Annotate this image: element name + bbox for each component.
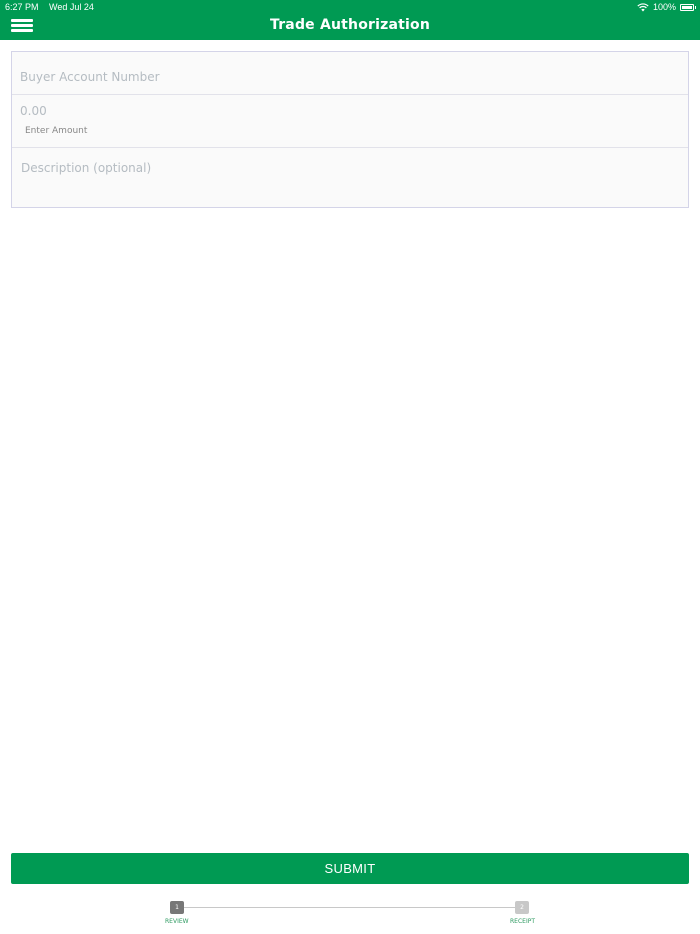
buyer-account-field	[12, 52, 688, 95]
status-date: Wed Jul 24	[49, 2, 94, 12]
buyer-account-input[interactable]	[20, 70, 620, 84]
amount-label: Enter Amount	[25, 126, 88, 136]
page-title: Trade Authorization	[269, 17, 430, 33]
status-bar-left: 6:27 PM Wed Jul 24	[5, 2, 102, 12]
top-bar: 6:27 PM Wed Jul 24 100% Trade Authorizat…	[0, 0, 700, 40]
submit-button[interactable]: SUBMIT	[11, 853, 689, 884]
amount-input[interactable]	[20, 104, 320, 118]
step-2-badge: 2	[515, 901, 529, 914]
step-1-label: REVIEW	[165, 918, 189, 925]
wifi-icon	[637, 2, 649, 11]
amount-field: Enter Amount	[12, 95, 688, 148]
status-bar-right: 100%	[637, 2, 696, 12]
progress-stepper: 1 2 REVIEW RECEIPT	[0, 899, 700, 929]
step-1-badge: 1	[170, 901, 184, 914]
description-input[interactable]	[21, 161, 661, 199]
battery-percent: 100%	[652, 2, 676, 12]
step-2-label: RECEIPT	[510, 918, 535, 925]
status-time: 6:27 PM	[5, 2, 39, 12]
stepper-line	[184, 907, 516, 908]
description-field	[12, 148, 688, 207]
trade-form: Enter Amount	[11, 51, 689, 208]
battery-icon	[680, 3, 696, 11]
